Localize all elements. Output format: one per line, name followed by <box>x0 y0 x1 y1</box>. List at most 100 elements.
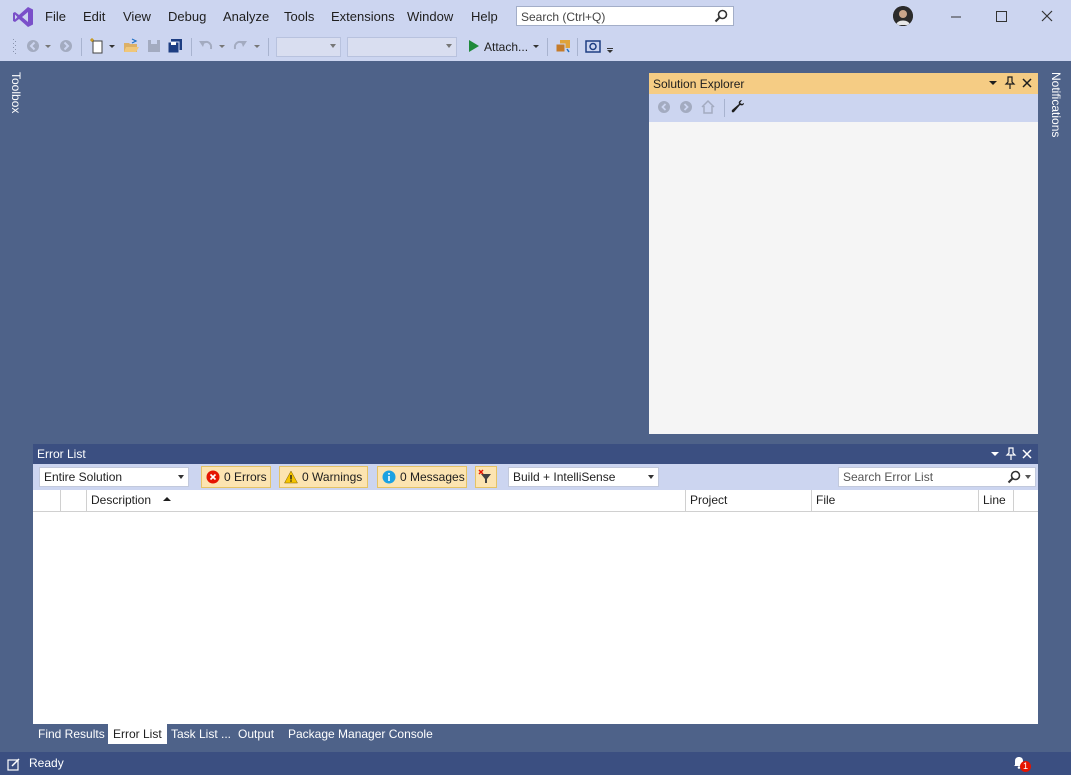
redo-icon[interactable] <box>232 38 248 54</box>
open-file-icon[interactable] <box>123 38 139 54</box>
menu-view[interactable]: View <box>123 9 151 24</box>
tab-output-label: Output <box>238 727 275 741</box>
column-header-line-label: Line <box>983 493 1006 507</box>
menu-tools[interactable]: Tools <box>284 9 314 24</box>
close-icon[interactable] <box>1021 77 1033 89</box>
minimize-icon <box>951 16 961 18</box>
window-position-dropdown-icon[interactable] <box>987 77 999 89</box>
filter-by-document-button[interactable] <box>475 466 497 488</box>
undo-dropdown-icon[interactable] <box>218 38 226 54</box>
title-bar: File Edit View Debug Analyze Tools Exten… <box>0 0 1071 33</box>
messages-filter-button[interactable]: 0 Messages <box>377 466 467 488</box>
warning-icon <box>284 470 298 484</box>
save-all-icon[interactable] <box>167 38 183 54</box>
column-header-line[interactable]: Line <box>979 490 1014 511</box>
tab-error-list[interactable]: Error List <box>108 724 167 744</box>
solution-platform-combo[interactable] <box>347 37 457 57</box>
chevron-down-icon <box>446 44 452 48</box>
menu-edit[interactable]: Edit <box>83 9 105 24</box>
info-icon <box>382 470 396 484</box>
toolbar-grip-icon[interactable] <box>12 37 18 57</box>
search-input[interactable]: Search (Ctrl+Q) <box>516 6 734 26</box>
back-icon[interactable] <box>657 100 671 114</box>
error-list-title: Error List <box>37 447 86 461</box>
tab-find-results-label: Find Results <box>38 727 105 741</box>
error-icon <box>206 470 220 484</box>
wrench-icon[interactable] <box>730 99 746 115</box>
forward-icon[interactable] <box>679 100 693 114</box>
menu-window[interactable]: Window <box>407 9 453 24</box>
column-header-icon[interactable] <box>33 490 61 511</box>
home-icon[interactable] <box>700 99 716 115</box>
error-list-search-input[interactable]: Search Error List <box>838 467 1036 487</box>
toolbar-separator <box>268 38 269 56</box>
notification-count-badge: 1 <box>1020 761 1031 772</box>
screenshot-icon[interactable] <box>585 38 601 54</box>
menu-debug[interactable]: Debug <box>168 9 206 24</box>
search-placeholder: Search (Ctrl+Q) <box>521 10 606 24</box>
tab-output[interactable]: Output <box>233 724 279 744</box>
warnings-filter-button[interactable]: 0 Warnings <box>279 466 368 488</box>
user-avatar[interactable] <box>893 6 913 26</box>
toolbar-separator <box>724 99 725 117</box>
save-icon[interactable] <box>146 38 162 54</box>
menu-analyze[interactable]: Analyze <box>223 9 269 24</box>
search-options-dropdown-icon[interactable] <box>1025 475 1031 479</box>
search-icon <box>714 9 728 23</box>
scope-select[interactable]: Entire Solution <box>39 467 189 487</box>
solution-explorer-header: Solution Explorer <box>649 73 1038 94</box>
close-icon[interactable] <box>1021 448 1033 460</box>
solution-configuration-combo[interactable] <box>276 37 341 57</box>
build-source-select[interactable]: Build + IntelliSense <box>508 467 659 487</box>
minimize-button[interactable] <box>941 4 971 28</box>
solution-explorer-tree[interactable] <box>649 122 1038 434</box>
new-project-icon[interactable] <box>89 38 105 54</box>
back-dropdown-icon[interactable] <box>44 38 52 54</box>
chevron-down-icon <box>648 475 654 479</box>
attach-dropdown-icon[interactable] <box>532 38 540 54</box>
build-source-value: Build + IntelliSense <box>513 470 616 484</box>
undo-icon[interactable] <box>198 38 214 54</box>
status-ready-icon <box>7 758 20 771</box>
maximize-icon <box>996 11 1007 22</box>
pin-icon[interactable] <box>1005 447 1017 461</box>
filter-icon <box>478 469 491 483</box>
error-list-search-placeholder: Search Error List <box>843 470 934 484</box>
hot-reload-icon[interactable] <box>555 38 571 54</box>
visual-studio-logo-icon <box>13 7 33 27</box>
column-header-code[interactable] <box>61 490 87 511</box>
notifications-button[interactable]: 1 <box>1012 754 1034 774</box>
column-header-project[interactable]: Project <box>686 490 812 511</box>
errors-filter-button[interactable]: 0 Errors <box>201 466 271 488</box>
column-header-project-label: Project <box>690 493 728 507</box>
error-list-grid[interactable] <box>33 512 1038 724</box>
new-dropdown-icon[interactable] <box>108 38 116 54</box>
tab-find-results[interactable]: Find Results <box>33 724 110 744</box>
close-icon <box>1041 10 1053 22</box>
toolbar-overflow-icon[interactable] <box>606 38 614 54</box>
tab-task-list[interactable]: Task List ... <box>166 724 236 744</box>
start-debugging-icon[interactable] <box>466 38 482 54</box>
tab-package-manager-console[interactable]: Package Manager Console <box>283 724 438 744</box>
column-header-file[interactable]: File <box>812 490 979 511</box>
navigate-forward-icon[interactable] <box>58 38 74 54</box>
column-header-description[interactable]: Description <box>87 490 686 511</box>
toolbox-tab[interactable]: Toolbox <box>0 62 28 122</box>
pin-icon[interactable] <box>1004 76 1016 90</box>
messages-count-label: 0 Messages <box>400 470 465 484</box>
menu-file[interactable]: File <box>45 9 66 24</box>
navigate-back-icon[interactable] <box>25 38 41 54</box>
maximize-button[interactable] <box>986 4 1016 28</box>
errors-count-label: 0 Errors <box>224 470 267 484</box>
search-icon <box>1007 470 1021 484</box>
close-button[interactable] <box>1032 4 1062 28</box>
column-header-description-label: Description <box>91 493 152 507</box>
menu-help[interactable]: Help <box>471 9 498 24</box>
window-position-dropdown-icon[interactable] <box>989 448 1001 460</box>
attach-button-label[interactable]: Attach... <box>484 40 528 54</box>
menu-extensions[interactable]: Extensions <box>331 9 395 24</box>
redo-dropdown-icon[interactable] <box>253 38 261 54</box>
avatar-icon <box>893 6 913 26</box>
notifications-tab[interactable]: Notifications <box>1043 62 1071 152</box>
warnings-count-label: 0 Warnings <box>302 470 363 484</box>
